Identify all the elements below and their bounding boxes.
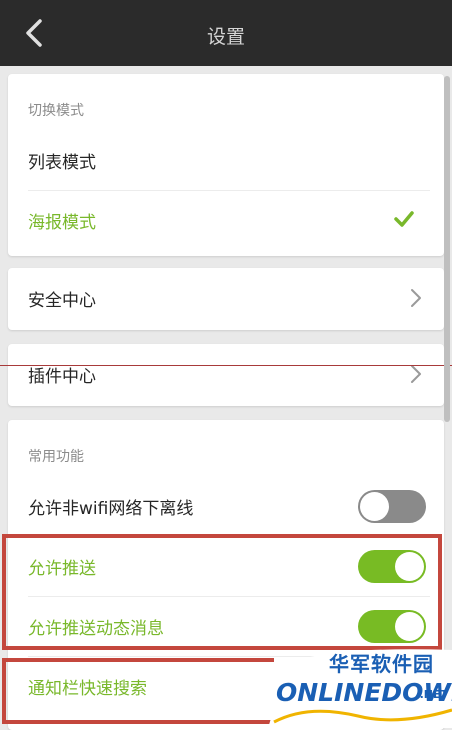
mode-section-title: 切换模式 (28, 103, 84, 119)
security-row: 安全中心 (8, 268, 444, 328)
offline-wifi-label: 允许非wifi网络下离线 (28, 499, 194, 519)
chevron-right-icon (411, 289, 421, 307)
watermark-logo: 华军软件园 ONLINEDOWN .NET (268, 644, 452, 728)
watermark-cn: 华军软件园 (329, 652, 434, 676)
offline-wifi-item: 允许非wifi网络下离线 (8, 476, 444, 536)
annotation-line (0, 365, 452, 366)
scrollbar[interactable] (444, 76, 450, 422)
mode-card: 切换模式 列表模式 海报模式 (8, 74, 444, 256)
toggle-knob (360, 492, 389, 521)
watermark-suffix: .NET (419, 688, 448, 701)
offline-wifi-toggle[interactable] (358, 490, 426, 523)
list-mode-item[interactable]: 列表模式 (8, 130, 444, 190)
top-bar: 设置 (0, 0, 452, 66)
chevron-right-icon (411, 365, 421, 383)
list-mode-label: 列表模式 (28, 153, 96, 173)
plugin-center-item[interactable]: 插件中心 (8, 344, 444, 406)
highlight-box-notification (2, 658, 274, 724)
security-center-item[interactable]: 安全中心 (8, 268, 444, 330)
poster-mode-item[interactable]: 海报模式 (8, 190, 444, 250)
page-title: 设置 (206, 26, 245, 48)
highlight-box-push (2, 534, 442, 650)
common-section-title: 常用功能 (28, 449, 84, 465)
plugin-row: 插件中心 (8, 344, 444, 404)
poster-mode-label: 海报模式 (28, 213, 96, 233)
checkmark-icon (394, 211, 414, 227)
security-center-label: 安全中心 (28, 291, 96, 311)
